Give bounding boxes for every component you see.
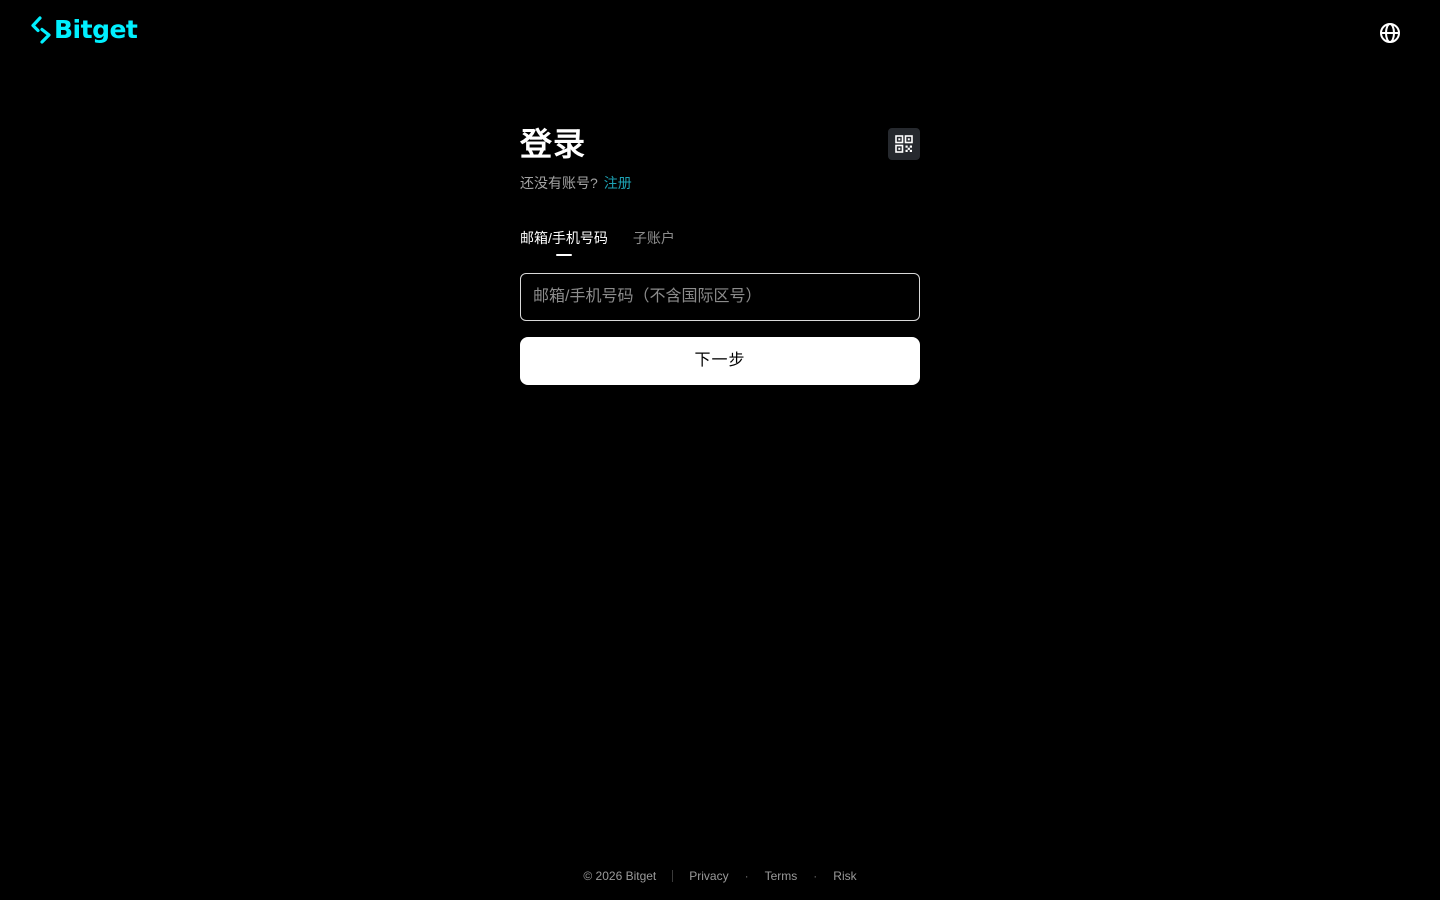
footer-link-risk[interactable]: Risk — [833, 869, 856, 883]
footer: © 2026 Bitget Privacy · Terms · Risk — [0, 866, 1440, 886]
footer-dot: · — [744, 869, 749, 883]
footer-link-terms[interactable]: Terms — [765, 869, 798, 883]
signup-prompt: 还没有账号? 注册 — [520, 173, 632, 193]
account-input[interactable] — [521, 274, 919, 320]
logo-text: Bitget — [54, 15, 138, 44]
signup-link[interactable]: 注册 — [604, 175, 632, 191]
next-button[interactable]: 下一步 — [520, 337, 920, 385]
tab-sub-account[interactable]: 子账户 — [633, 228, 675, 258]
login-page: Bitget 登录 还没有账号? 注册 邮箱/手机号码 子账户 邮箱/手机号码（… — [0, 0, 1440, 900]
bitget-arrow-icon — [31, 16, 51, 44]
qr-code-icon — [895, 135, 913, 153]
bitget-logo[interactable]: Bitget — [30, 14, 138, 46]
copyright-text: © 2026 Bitget — [583, 869, 657, 883]
tab-email-phone[interactable]: 邮箱/手机号码 — [520, 228, 608, 258]
tab-label: 子账户 — [632, 230, 675, 246]
login-tabs: 邮箱/手机号码 子账户 — [520, 228, 700, 258]
tab-label: 邮箱/手机号码 — [520, 230, 608, 246]
account-input-wrapper — [520, 273, 920, 321]
footer-divider — [672, 870, 674, 882]
qr-login-button[interactable] — [888, 128, 920, 160]
footer-link-privacy[interactable]: Privacy — [689, 869, 728, 883]
no-account-text: 还没有账号? — [520, 175, 598, 191]
active-tab-indicator — [556, 254, 572, 256]
globe-icon[interactable] — [1378, 21, 1402, 45]
footer-dot: · — [813, 869, 818, 883]
page-title: 登录 — [520, 126, 587, 162]
